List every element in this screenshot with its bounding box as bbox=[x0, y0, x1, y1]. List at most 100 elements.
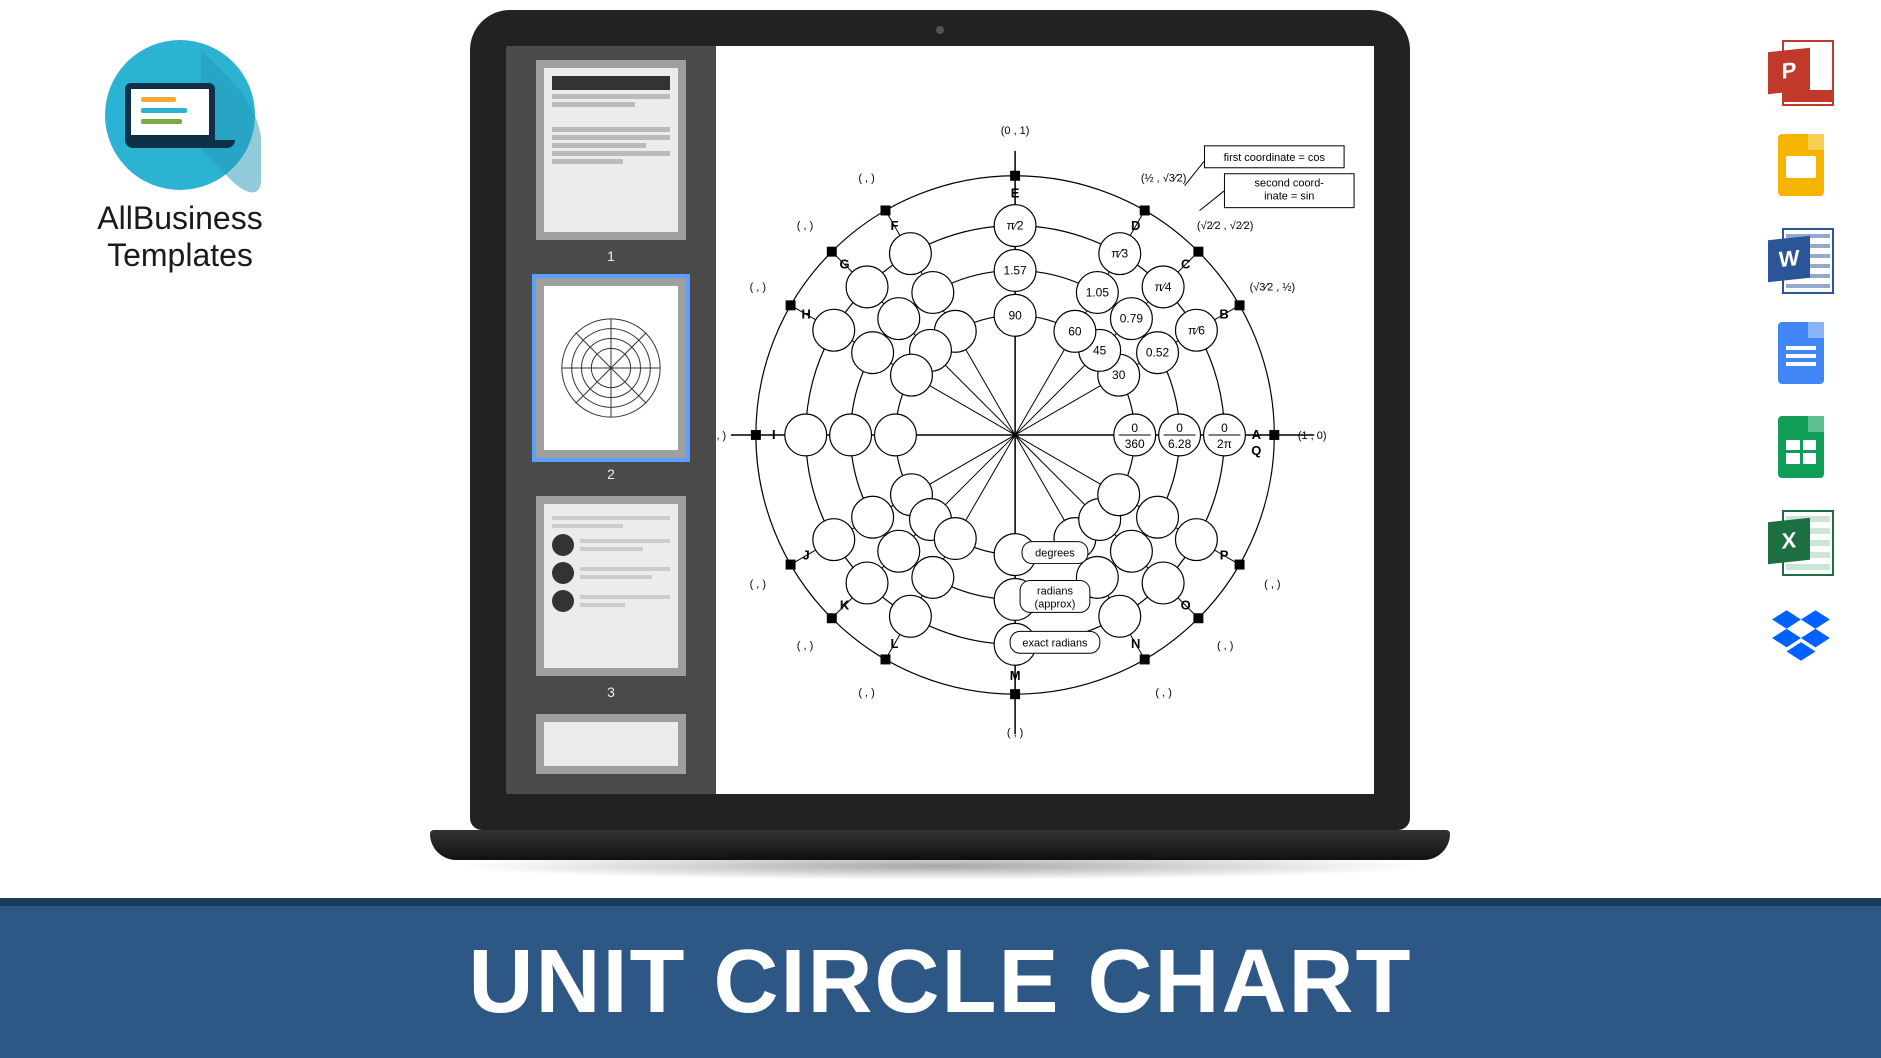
point-letter-J: J bbox=[803, 548, 810, 563]
coord-label-45: (√2⁄2 , √2⁄2) bbox=[1197, 220, 1253, 232]
svg-text:0.79: 0.79 bbox=[1120, 312, 1144, 326]
brand-name-line2: Templates bbox=[107, 237, 253, 273]
bubble-315-ring2 bbox=[1142, 562, 1184, 604]
bubble-330-ring0 bbox=[1098, 474, 1140, 516]
coord-label-60: (½ , √3⁄2) bbox=[1141, 173, 1187, 185]
point-letter-P: P bbox=[1220, 548, 1229, 563]
svg-text:(approx): (approx) bbox=[1035, 598, 1076, 610]
point-letter-D: D bbox=[1131, 218, 1140, 233]
point-letter-I: I bbox=[772, 427, 776, 442]
bubble-150-ring1 bbox=[852, 332, 894, 374]
svg-text:45: 45 bbox=[1093, 343, 1107, 357]
callout-sin: second coord- inate = sin bbox=[1200, 174, 1355, 211]
coord-label-top: (0 , 1) bbox=[1001, 125, 1030, 137]
thumbnail-number-1: 1 bbox=[518, 248, 704, 264]
svg-text:6.28: 6.28 bbox=[1168, 437, 1192, 451]
svg-text:π⁄3: π⁄3 bbox=[1111, 247, 1128, 261]
coord-label-270: ( , ) bbox=[1007, 727, 1023, 739]
unit-circle-svg: 036006.2802π300.52π⁄6450.79π⁄4601.05π⁄39… bbox=[716, 46, 1374, 794]
title-text: UNIT CIRCLE CHART bbox=[469, 931, 1413, 1034]
bubble-135-ring1 bbox=[878, 298, 920, 340]
bubble-330-ring2 bbox=[1175, 519, 1217, 561]
page-thumbnail-2[interactable] bbox=[536, 278, 686, 458]
coord-label-0: (1 , 0) bbox=[1298, 430, 1327, 442]
page-thumbnail-4-partial[interactable] bbox=[536, 714, 686, 774]
point-letter-N: N bbox=[1131, 636, 1140, 651]
coord-label-210: ( , ) bbox=[750, 578, 766, 590]
dropbox-icon[interactable] bbox=[1768, 604, 1834, 670]
bubble-180-ring0 bbox=[875, 414, 917, 456]
point-letter-L: L bbox=[890, 636, 898, 651]
page-thumbnail-1[interactable] bbox=[536, 60, 686, 240]
bubble-120-ring1 bbox=[912, 272, 954, 314]
brand-name: AllBusiness Templates bbox=[70, 200, 290, 274]
ring-legend: degrees radians(approx) exact radians bbox=[1010, 542, 1100, 654]
coord-label-225: ( , ) bbox=[797, 640, 813, 652]
coord-label-135: ( , ) bbox=[797, 220, 813, 232]
thumbnail-panel[interactable]: 1 2 bbox=[506, 46, 716, 794]
bubble-210-ring1 bbox=[852, 496, 894, 538]
page-thumbnail-3[interactable] bbox=[536, 496, 686, 676]
laptop-mockup: 1 2 bbox=[400, 0, 1480, 900]
coord-label-330: ( , ) bbox=[1264, 578, 1280, 590]
svg-text:second coord-: second coord- bbox=[1255, 178, 1325, 190]
svg-text:exact radians: exact radians bbox=[1022, 637, 1088, 649]
bubble-120-ring2 bbox=[889, 233, 931, 275]
svg-text:π⁄6: π⁄6 bbox=[1188, 323, 1205, 337]
svg-text:60: 60 bbox=[1068, 324, 1082, 338]
google-sheets-icon[interactable] bbox=[1768, 416, 1834, 482]
brand-logo-icon bbox=[105, 40, 255, 190]
coord-label-300: ( , ) bbox=[1155, 687, 1171, 699]
point-letter-F: F bbox=[890, 218, 898, 233]
bubble-315-ring1 bbox=[1110, 530, 1152, 572]
bubble-240-ring1 bbox=[912, 556, 954, 598]
coord-label-150: ( , ) bbox=[750, 281, 766, 293]
svg-text:π⁄2: π⁄2 bbox=[1007, 219, 1024, 233]
point-letter-E: E bbox=[1011, 186, 1020, 201]
laptop-bezel: 1 2 bbox=[470, 10, 1410, 830]
svg-text:30: 30 bbox=[1112, 368, 1126, 382]
svg-text:0: 0 bbox=[1176, 421, 1183, 435]
svg-text:degrees: degrees bbox=[1035, 548, 1075, 560]
bubble-330-ring1 bbox=[1137, 496, 1179, 538]
svg-text:0: 0 bbox=[1221, 421, 1228, 435]
point-letter-O: O bbox=[1181, 598, 1191, 613]
bubble-180-ring1 bbox=[830, 414, 872, 456]
svg-text:90: 90 bbox=[1008, 308, 1022, 322]
svg-text:inate = sin: inate = sin bbox=[1264, 191, 1314, 203]
coord-label-240: ( , ) bbox=[858, 687, 874, 699]
svg-text:π⁄4: π⁄4 bbox=[1155, 280, 1172, 294]
coord-label-180: ( , ) bbox=[716, 430, 726, 442]
google-docs-icon[interactable] bbox=[1768, 322, 1834, 388]
bubble-150-ring0 bbox=[891, 354, 933, 396]
bubble-240-ring0 bbox=[934, 518, 976, 560]
point-letter-Q: Q bbox=[1251, 443, 1261, 458]
svg-text:1.57: 1.57 bbox=[1003, 263, 1027, 277]
title-banner: UNIT CIRCLE CHART bbox=[0, 898, 1881, 1058]
svg-text:first coordinate = cos: first coordinate = cos bbox=[1224, 152, 1326, 164]
coord-label-120: ( , ) bbox=[858, 173, 874, 185]
bubble-225-ring1 bbox=[878, 530, 920, 572]
camera-icon bbox=[936, 26, 944, 34]
point-letter-H: H bbox=[801, 306, 810, 321]
google-slides-icon[interactable] bbox=[1768, 134, 1834, 200]
thumbnail-number-2: 2 bbox=[518, 466, 704, 482]
point-letter-M: M bbox=[1010, 668, 1021, 683]
svg-text:360: 360 bbox=[1125, 437, 1145, 451]
point-letter-A: A bbox=[1252, 427, 1262, 442]
svg-text:1.05: 1.05 bbox=[1086, 285, 1110, 299]
point-letter-K: K bbox=[840, 598, 850, 613]
thumbnail-number-3: 3 bbox=[518, 684, 704, 700]
coord-label-30: (√3⁄2 , ½) bbox=[1250, 281, 1296, 293]
word-icon[interactable]: W bbox=[1768, 228, 1834, 294]
brand-name-line1: AllBusiness bbox=[97, 200, 262, 236]
brand-logo-block: AllBusiness Templates bbox=[70, 40, 290, 274]
bubble-300-ring2 bbox=[1099, 595, 1141, 637]
svg-text:radians: radians bbox=[1037, 585, 1073, 597]
powerpoint-icon[interactable]: P bbox=[1768, 40, 1834, 106]
svg-text:2π: 2π bbox=[1217, 437, 1232, 451]
excel-icon[interactable]: X bbox=[1768, 510, 1834, 576]
document-viewer: 1 2 bbox=[506, 46, 1374, 794]
bubble-180-ring2 bbox=[785, 414, 827, 456]
point-letter-C: C bbox=[1181, 256, 1190, 271]
